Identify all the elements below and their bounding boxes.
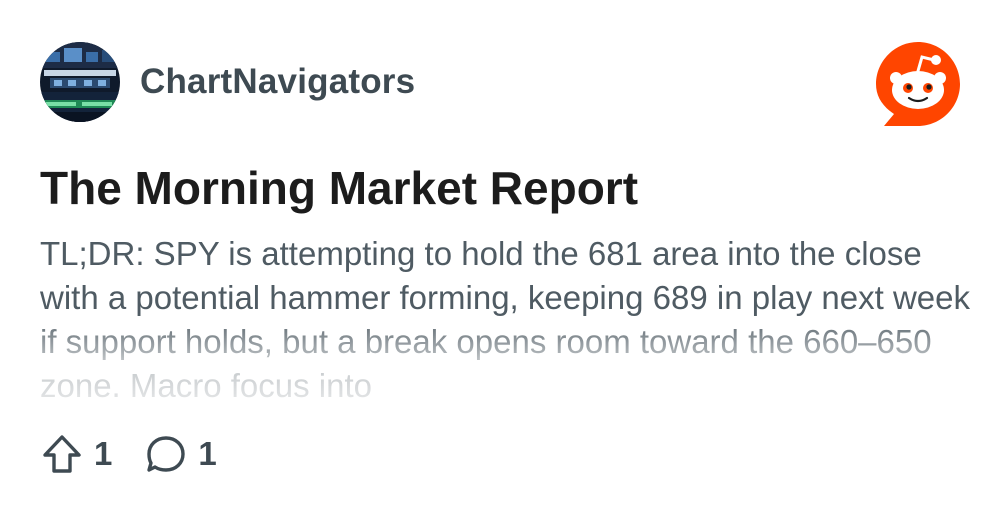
post-actions: 1 1 [40,432,217,476]
stock-exchange-avatar-icon [40,42,120,122]
upvote-count: 1 [94,435,113,472]
comment-bubble-icon [147,436,186,472]
comments-button[interactable]: 1 [144,432,217,476]
upvote-arrow-icon [43,435,81,473]
author-name[interactable]: ChartNavigators [140,62,415,102]
post-body-preview[interactable]: TL;DR: SPY is attempting to hold the 681… [40,232,970,408]
post-header: ChartNavigators [40,42,415,122]
avatar[interactable] [40,42,120,122]
upvote-button[interactable]: 1 [40,432,112,476]
comment-count: 1 [198,435,217,472]
post-title[interactable]: The Morning Market Report [40,160,960,216]
post-card[interactable]: ChartNavigators The Morning Market Repor… [0,0,1000,521]
reddit-logo-icon [874,40,962,128]
